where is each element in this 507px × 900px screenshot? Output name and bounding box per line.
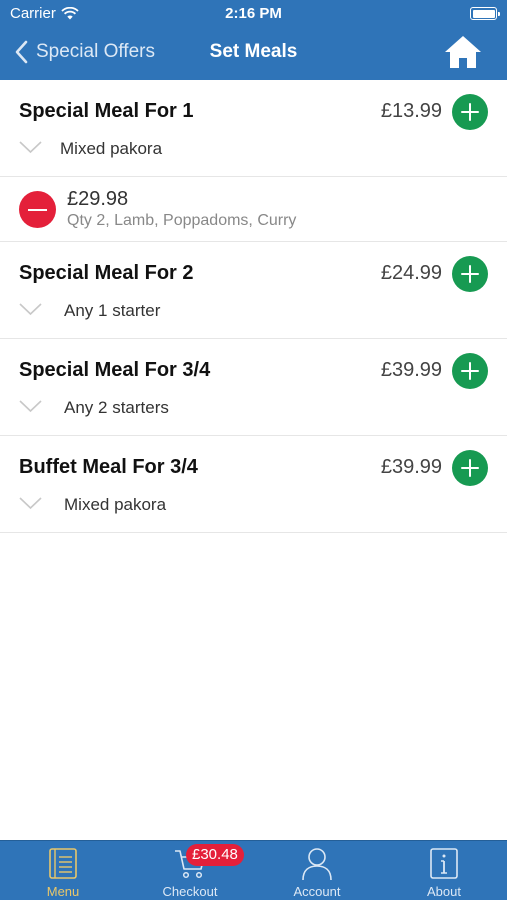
chevron-down-icon[interactable] [19, 497, 42, 510]
add-button[interactable] [452, 94, 488, 130]
cart-line-price: £29.98 [67, 188, 129, 210]
meal-name: Buffet Meal For 3/4 [19, 456, 198, 478]
tab-bar: Menu Checkout Account About [0, 840, 507, 900]
meal-row: Special Meal For 3/4 £39.99 Any 2 starte… [0, 339, 507, 436]
meal-price: £13.99 [380, 100, 442, 122]
tab-account[interactable]: Account [254, 841, 380, 900]
tab-about[interactable]: About [381, 841, 507, 900]
back-button-label: Special Offers [36, 41, 155, 62]
home-icon [445, 36, 481, 68]
meal-name: Special Meal For 1 [19, 100, 194, 122]
info-icon [430, 848, 458, 879]
tab-menu[interactable]: Menu [0, 841, 126, 900]
status-bar: Carrier 2:16 PM [0, 0, 507, 28]
meal-description: Mixed pakora [64, 495, 167, 514]
chevron-down-icon[interactable] [19, 400, 42, 413]
tab-about-label: About [427, 884, 461, 899]
navigation-bar: Special Offers Set Meals [0, 28, 507, 80]
chevron-down-icon[interactable] [19, 141, 42, 154]
status-time: 2:16 PM [225, 5, 282, 22]
person-icon [302, 848, 332, 881]
cart-line-detail: Qty 2, Lamb, Poppadoms, Curry [67, 212, 297, 229]
battery-icon [470, 7, 500, 20]
add-button[interactable] [452, 353, 488, 389]
chevron-down-icon[interactable] [19, 303, 42, 316]
add-button[interactable] [452, 450, 488, 486]
tab-checkout-label: Checkout [162, 884, 218, 899]
tab-account-label: Account [293, 884, 341, 899]
meal-name: Special Meal For 3/4 [19, 359, 211, 381]
cart-line-item: £29.98 Qty 2, Lamb, Poppadoms, Curry [0, 177, 507, 242]
meal-price: £39.99 [380, 359, 442, 381]
meal-row: Special Meal For 2 £24.99 Any 1 starter [0, 242, 507, 339]
meal-list: Special Meal For 1 £13.99 Mixed pakora £… [0, 80, 507, 533]
page-title-text: Set Meals [209, 41, 298, 62]
meal-name: Special Meal For 2 [19, 262, 194, 284]
meal-description: Mixed pakora [60, 139, 163, 158]
meal-price: £39.99 [380, 456, 442, 478]
meal-row: Buffet Meal For 3/4 £39.99 Mixed pakora [0, 436, 507, 533]
add-button[interactable] [452, 256, 488, 292]
meal-description: Any 2 starters [64, 398, 169, 417]
meal-price: £24.99 [380, 262, 442, 284]
meal-description: Any 1 starter [64, 301, 161, 320]
cart-total-badge: £30.48 [186, 844, 244, 866]
meal-row: Special Meal For 1 £13.99 Mixed pakora [0, 80, 507, 177]
remove-button[interactable] [19, 191, 56, 228]
tab-menu-label: Menu [46, 884, 80, 899]
home-button[interactable] [444, 34, 482, 75]
menu-book-icon [49, 848, 77, 879]
chevron-left-icon [15, 40, 28, 64]
back-button[interactable]: Special Offers [14, 40, 155, 64]
